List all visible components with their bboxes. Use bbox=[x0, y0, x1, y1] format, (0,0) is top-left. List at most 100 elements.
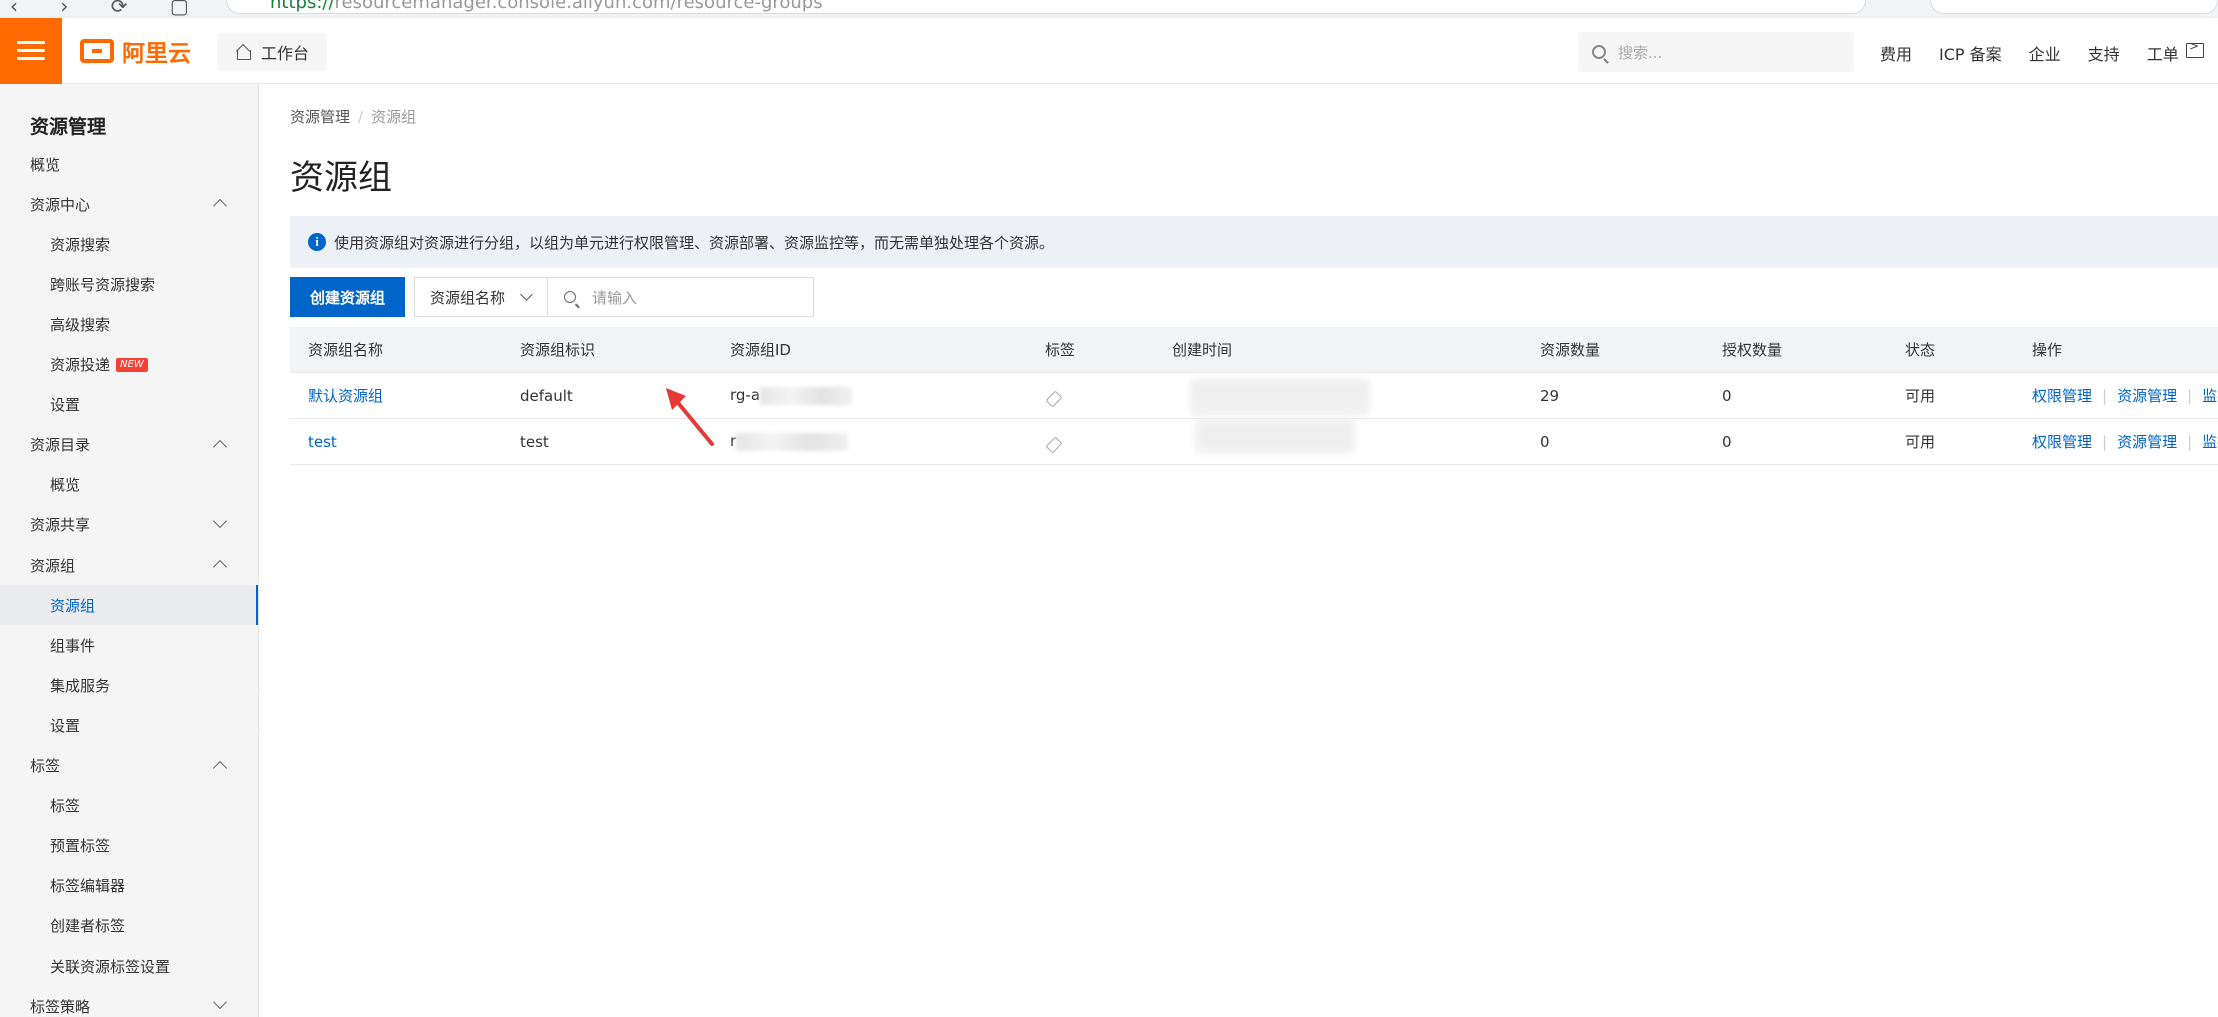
row-actions: 权限管理|资源管理|监控 bbox=[2032, 385, 2218, 406]
monitor-link[interactable]: 监控 bbox=[2202, 387, 2218, 405]
terminal-icon[interactable] bbox=[2186, 39, 2204, 58]
breadcrumb: 资源管理 / 资源组 bbox=[290, 108, 417, 126]
chevron-up-icon[interactable] bbox=[212, 199, 228, 214]
browser-search-box[interactable] bbox=[1930, 0, 2218, 14]
col-header-auths: 授权数量 bbox=[1722, 341, 1783, 359]
home-icon bbox=[235, 45, 251, 60]
sidebar-item-label: 标签编辑器 bbox=[50, 877, 126, 896]
sidebar-item[interactable]: 集成服务 bbox=[0, 665, 258, 705]
sidebar-item-label: 关联资源标签设置 bbox=[50, 957, 171, 976]
resource-group-table: 资源组名称 资源组标识 资源组ID 标签 创建时间 资源数量 授权数量 状态 操… bbox=[290, 327, 2218, 465]
breadcrumb-root[interactable]: 资源管理 bbox=[290, 108, 350, 126]
red-annotation-arrow bbox=[666, 388, 714, 446]
sidebar-item-label: 标签策略 bbox=[30, 997, 91, 1016]
redacted-id bbox=[736, 432, 849, 451]
sidebar-item[interactable]: 资源投递 NEW bbox=[0, 345, 258, 385]
sidebar-item-label: 设置 bbox=[50, 716, 81, 735]
tag-icon[interactable] bbox=[1045, 436, 1063, 454]
sidebar-item-label: 设置 bbox=[50, 396, 81, 415]
search-icon bbox=[564, 291, 576, 303]
sidebar-item[interactable]: 组事件 bbox=[0, 625, 258, 665]
sidebar-item[interactable]: 关联资源标签设置 bbox=[0, 946, 258, 986]
tag-icon[interactable] bbox=[1045, 390, 1063, 408]
sidebar-item[interactable]: 概览 bbox=[0, 144, 258, 184]
sidebar-item[interactable]: 资源组 bbox=[0, 585, 258, 626]
sidebar-item[interactable]: 创建者标签 bbox=[0, 906, 258, 946]
group-id: r bbox=[730, 432, 849, 451]
resource-count: 0 bbox=[1540, 432, 1550, 451]
col-header-created: 创建时间 bbox=[1172, 341, 1233, 359]
filter-placeholder: 请输入 bbox=[592, 288, 638, 307]
group-identifier: default bbox=[520, 386, 573, 405]
sidebar-item-label: 资源搜索 bbox=[50, 235, 111, 254]
resource-count: 29 bbox=[1540, 386, 1560, 405]
status-text: 可用 bbox=[1905, 433, 1936, 451]
chevron-down-icon[interactable] bbox=[212, 995, 228, 1010]
filter-search-input[interactable]: 请输入 bbox=[548, 278, 813, 316]
chevron-up-icon[interactable] bbox=[212, 439, 228, 454]
info-icon: i bbox=[308, 233, 326, 251]
chevron-down-icon[interactable] bbox=[212, 513, 228, 528]
main-content: 资源管理 / 资源组 资源组 i 使用资源组对资源进行分组，以组为单元进行权限管理、… bbox=[260, 84, 2218, 1017]
monitor-link[interactable]: 监控 bbox=[2202, 433, 2218, 451]
sidebar-item[interactable]: 资源中心 bbox=[0, 184, 258, 224]
sidebar-item[interactable]: 资源共享 bbox=[0, 505, 258, 545]
info-banner: i 使用资源组对资源进行分组，以组为单元进行权限管理、资源部署、资源监控等，而无… bbox=[290, 216, 2218, 268]
sidebar-item-label: 资源组 bbox=[50, 596, 96, 615]
sidebar-item[interactable]: 设置 bbox=[0, 705, 258, 745]
permission-management-link[interactable]: 权限管理 bbox=[2032, 387, 2092, 405]
sidebar-item[interactable]: 标签编辑器 bbox=[0, 866, 258, 906]
sidebar-item-label: 跨账号资源搜索 bbox=[50, 275, 156, 294]
group-name-link[interactable]: 默认资源组 bbox=[308, 385, 383, 406]
workbench-button[interactable]: 工作台 bbox=[217, 33, 328, 71]
group-name-link[interactable]: test bbox=[308, 433, 337, 451]
sidebar-item[interactable]: 标签 bbox=[0, 746, 258, 786]
address-bar-url: https://resourcemanager.console.aliyun.c… bbox=[270, 0, 823, 13]
resource-management-link[interactable]: 资源管理 bbox=[2117, 433, 2177, 451]
top-link-billing[interactable]: 费用 bbox=[1880, 41, 1912, 65]
global-search-input[interactable]: 搜索... bbox=[1578, 32, 1854, 72]
sidebar-item-label: 资源共享 bbox=[30, 516, 91, 535]
permission-management-link[interactable]: 权限管理 bbox=[2032, 433, 2092, 451]
sidebar-item-label: 高级搜索 bbox=[50, 315, 111, 334]
top-links: 费用 ICP 备案 企业 支持 工单 bbox=[1880, 41, 2206, 65]
sidebar-item[interactable]: 设置 bbox=[0, 385, 258, 425]
sidebar-item[interactable]: 标签策略 bbox=[0, 986, 258, 1017]
sidebar-item[interactable]: 跨账号资源搜索 bbox=[0, 264, 258, 304]
workbench-label: 工作台 bbox=[261, 44, 310, 63]
sidebar-item[interactable]: 高级搜索 bbox=[0, 304, 258, 344]
sidebar-title: 资源管理 bbox=[30, 116, 107, 138]
redacted-id bbox=[760, 386, 853, 405]
table-header: 资源组名称 资源组标识 资源组ID 标签 创建时间 资源数量 授权数量 状态 操… bbox=[290, 327, 2218, 373]
filter-field-select[interactable]: 资源组名称 bbox=[415, 278, 548, 316]
chevron-up-icon[interactable] bbox=[212, 559, 228, 575]
filter-field-value: 资源组名称 bbox=[430, 288, 506, 307]
top-link-support[interactable]: 支持 bbox=[2088, 41, 2120, 65]
top-link-enterprise[interactable]: 企业 bbox=[2029, 41, 2061, 65]
sidebar: 资源管理 概览 资源中心 资源搜索 跨账号资源搜索 高级搜索 资源投递 NEW 设置 资源目录概… bbox=[0, 84, 259, 1017]
sidebar-item[interactable]: 概览 bbox=[0, 465, 258, 505]
browser-toolbar: ‹ › ⟳ ▢ https://resourcemanager.console.… bbox=[0, 0, 2218, 18]
sidebar-item-label: 标签 bbox=[50, 797, 81, 816]
page-title: 资源组 bbox=[290, 158, 392, 198]
sidebar-item-label: 组事件 bbox=[50, 636, 96, 655]
browser-nav-icons[interactable]: ‹ › ⟳ ▢ bbox=[10, 0, 207, 18]
aliyun-logo[interactable]: 阿里云 bbox=[80, 35, 191, 67]
sidebar-item[interactable]: 资源搜索 bbox=[0, 224, 258, 264]
sidebar-item[interactable]: 资源目录 bbox=[0, 425, 258, 465]
sidebar-item[interactable]: 预置标签 bbox=[0, 826, 258, 866]
hamburger-menu-button[interactable] bbox=[0, 18, 62, 84]
create-resource-group-button[interactable]: 创建资源组 bbox=[290, 277, 405, 317]
sidebar-item-label: 资源中心 bbox=[30, 195, 91, 214]
sidebar-item-label: 概览 bbox=[50, 476, 81, 495]
top-link-ticket[interactable]: 工单 bbox=[2147, 41, 2179, 65]
chevron-up-icon[interactable] bbox=[212, 760, 228, 775]
top-link-icp[interactable]: ICP 备案 bbox=[1939, 41, 2002, 65]
col-header-resources: 资源数量 bbox=[1540, 341, 1601, 359]
group-identifier: test bbox=[520, 432, 549, 451]
sidebar-item-label: 集成服务 bbox=[50, 676, 111, 695]
sidebar-item[interactable]: 资源组 bbox=[0, 545, 258, 585]
col-header-name: 资源组名称 bbox=[308, 341, 384, 359]
sidebar-item[interactable]: 标签 bbox=[0, 786, 258, 826]
resource-management-link[interactable]: 资源管理 bbox=[2117, 387, 2177, 405]
